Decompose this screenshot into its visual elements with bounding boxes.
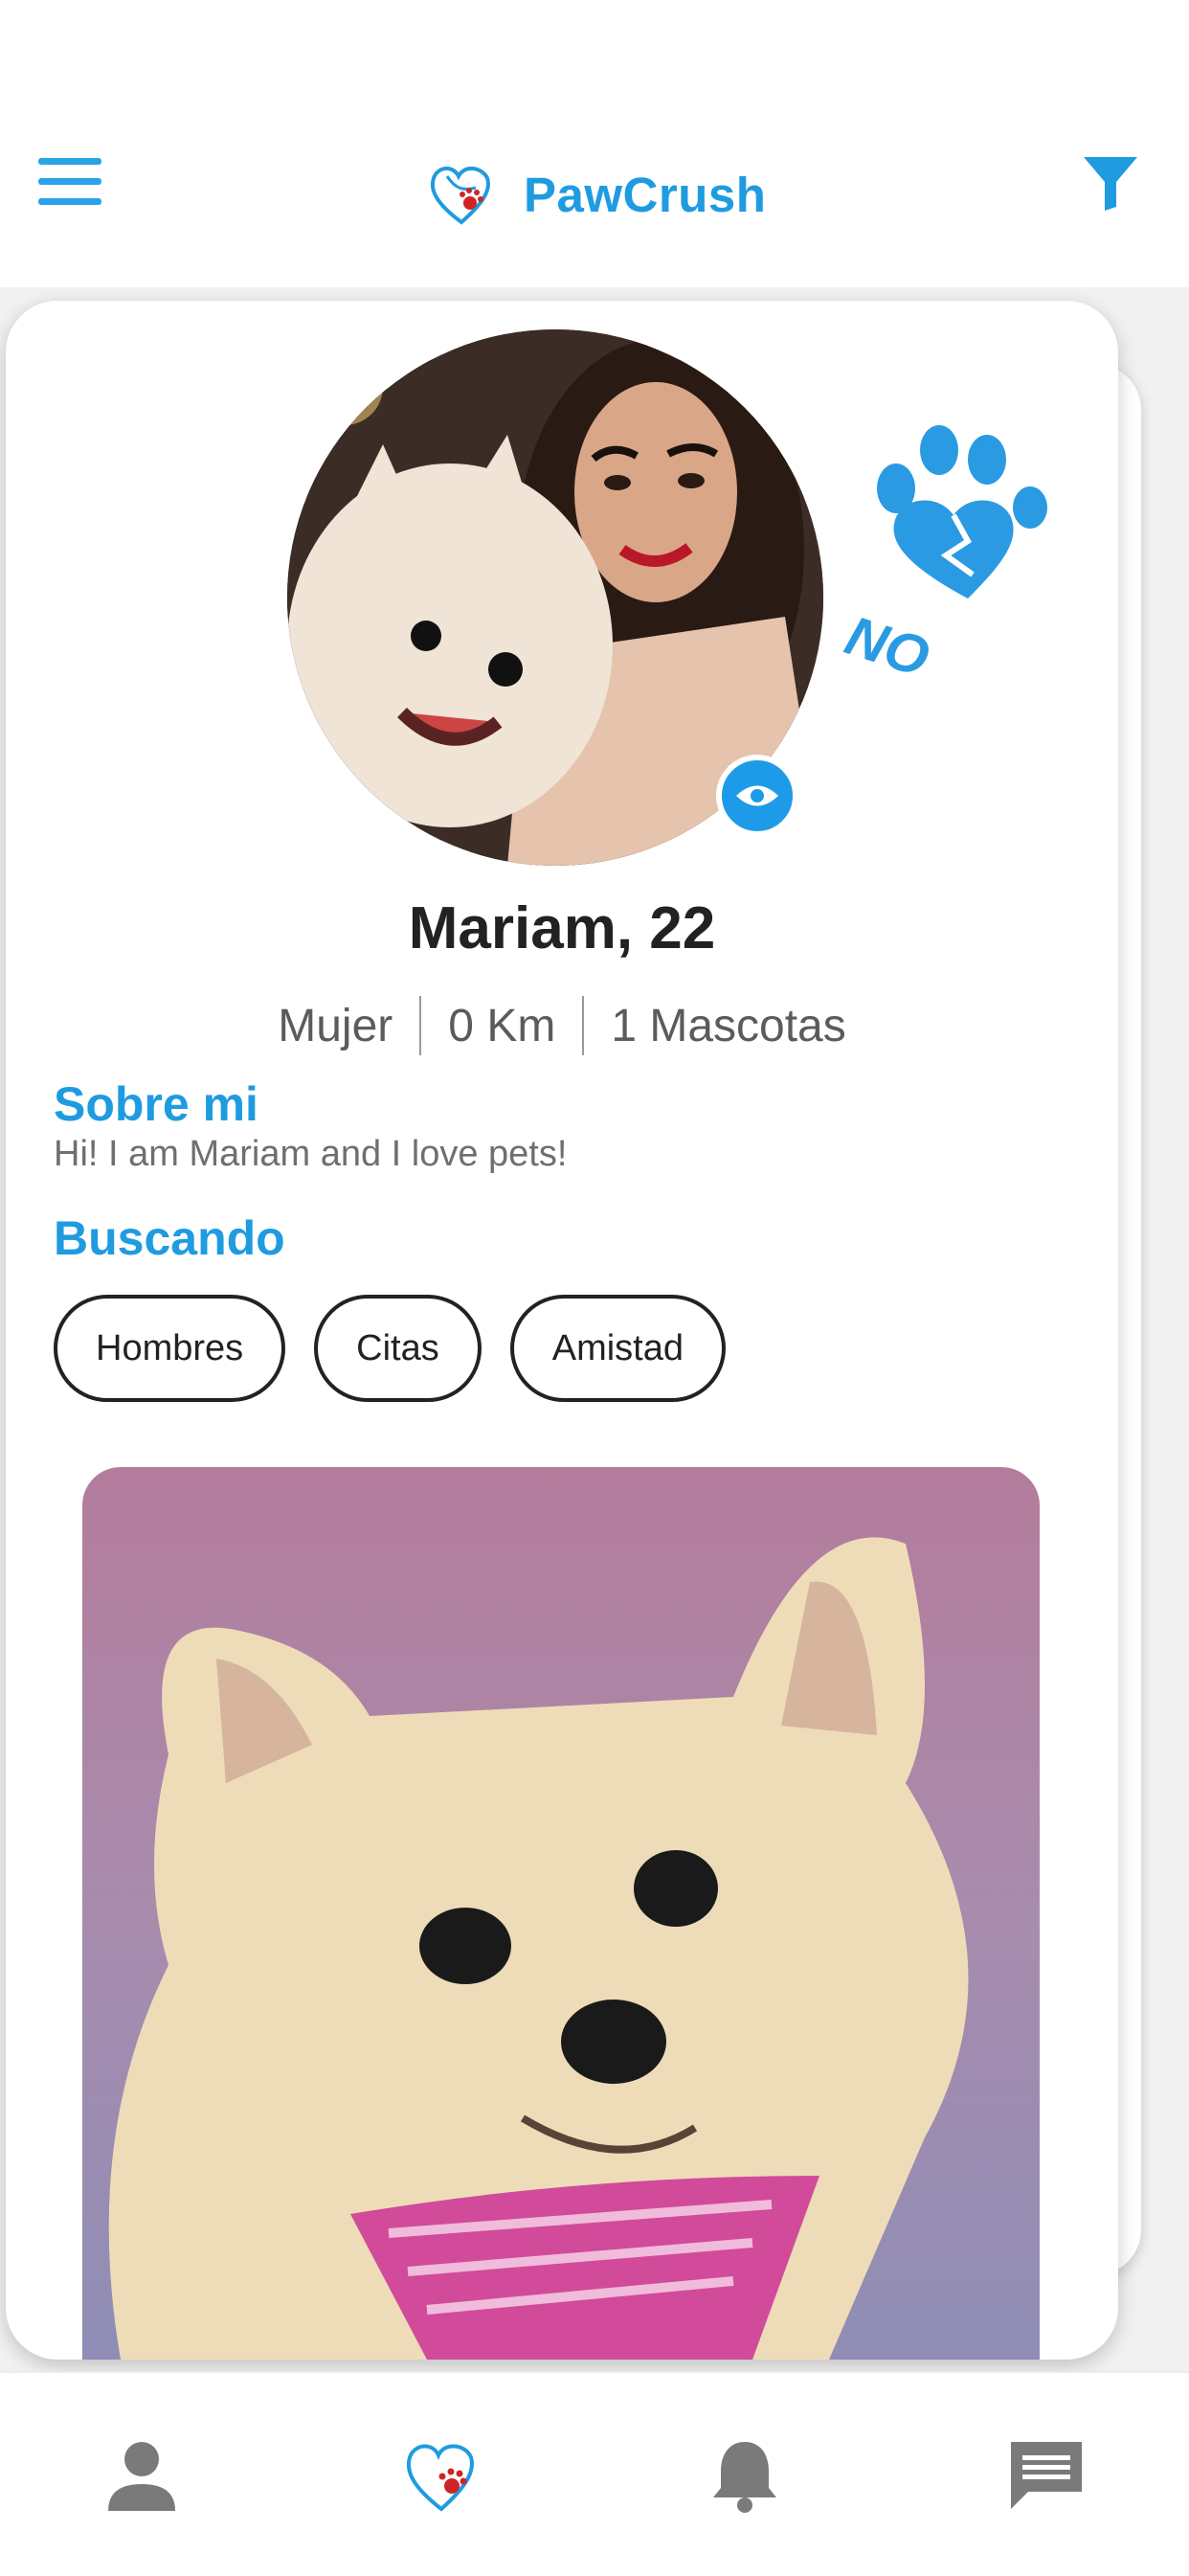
pawcrush-heart-icon[interactable]: [398, 2432, 484, 2519]
profile-name-age: Mariam, 22: [408, 895, 716, 961]
gender-label: Mujer: [278, 1000, 393, 1051]
divider: [419, 996, 422, 1055]
notifications-bell-icon[interactable]: [702, 2432, 788, 2519]
pets-count-label: 1 Mascotas: [611, 1000, 846, 1051]
divider: [582, 996, 585, 1055]
looking-for-chips: Hombres Citas Amistad: [54, 1295, 727, 1402]
about-title: Sobre mi: [54, 1077, 258, 1131]
swipe-no-badge: NO: [839, 421, 1078, 699]
chip-citas[interactable]: Citas: [314, 1295, 482, 1402]
distance-label: 0 Km: [448, 1000, 556, 1051]
bottom-navigation: [0, 2371, 1189, 2576]
about-text: Hi! I am Mariam and I love pets!: [54, 1134, 568, 1174]
broken-heart-paw-icon: [877, 425, 1047, 599]
filter-funnel-icon[interactable]: [1082, 153, 1139, 213]
profile-card[interactable]: NO Mariam, 22 Mujer 0 Km 1 Mascotas Sobr…: [6, 301, 1118, 2360]
app-brand: PawCrush: [426, 156, 766, 233]
app-title: PawCrush: [524, 167, 767, 222]
app-bar: PawCrush: [0, 0, 1189, 287]
profile-stats: Mujer 0 Km 1 Mascotas: [6, 996, 1118, 1055]
chip-hombres[interactable]: Hombres: [54, 1295, 286, 1402]
swipe-no-label: NO: [838, 603, 937, 689]
chat-message-icon[interactable]: [1003, 2432, 1089, 2519]
pet-photo[interactable]: [82, 1467, 1040, 2360]
profile-icon[interactable]: [99, 2432, 185, 2519]
hamburger-menu-icon[interactable]: [38, 158, 101, 206]
view-profile-button[interactable]: [716, 755, 798, 837]
chip-amistad[interactable]: Amistad: [509, 1295, 727, 1402]
pawcrush-logo-icon: [430, 167, 490, 225]
looking-for-title: Buscando: [54, 1211, 285, 1265]
eye-icon: [736, 785, 778, 806]
